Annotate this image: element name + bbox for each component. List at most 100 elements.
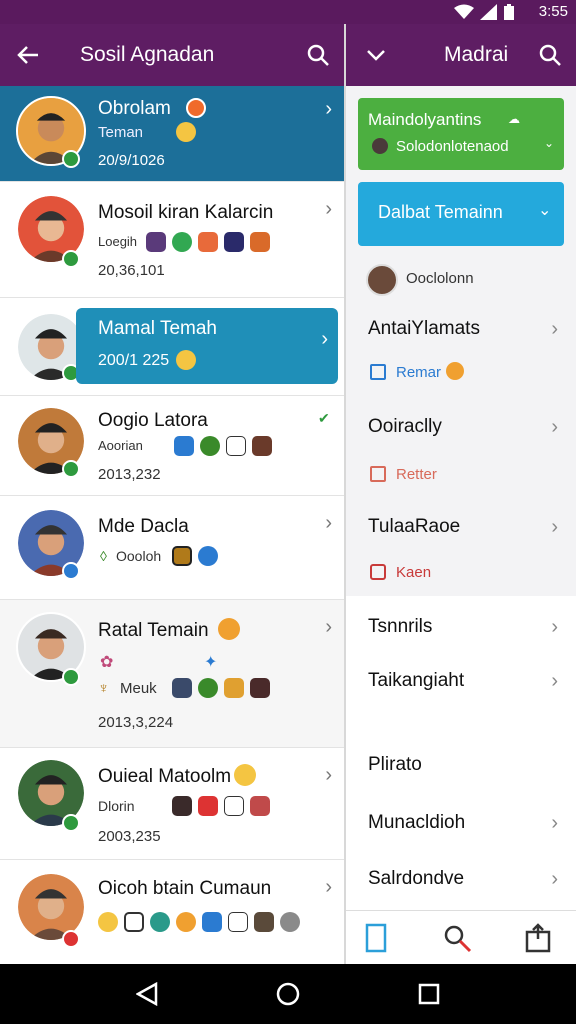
chevron-down-icon[interactable] — [362, 41, 390, 69]
contact-list[interactable]: Obrolam Teman 20/9/1026 › Mosoil kiran K… — [0, 86, 344, 964]
menu-item-label[interactable]: TulaaRaoe — [368, 516, 460, 538]
emoji-icon — [218, 618, 240, 640]
share-icon[interactable] — [524, 923, 552, 953]
contact-row[interactable]: Oicoh btain Cumaun › — [0, 860, 344, 964]
menu-item-label[interactable]: Munacldioh — [368, 812, 465, 834]
green-card-title: Maindolyantins — [368, 110, 482, 129]
contact-row[interactable]: Oogio Latora ✔ Aoorian 2013,232 — [0, 396, 344, 496]
calendar-icon[interactable] — [202, 912, 222, 932]
home-icon[interactable] — [276, 982, 300, 1006]
contact-number: 20,36,101 — [98, 262, 165, 279]
profile-name: Ooclolonn — [406, 270, 474, 287]
bag-icon — [370, 466, 386, 482]
chevron-right-icon[interactable]: › — [551, 868, 558, 891]
chevron-right-icon[interactable]: › — [325, 98, 332, 121]
menu-item-sub: Kaen — [396, 564, 432, 581]
emoji-icon — [176, 122, 196, 142]
search-people-icon[interactable] — [442, 923, 474, 955]
contact-sub: Oooloh — [116, 548, 162, 564]
contact-row[interactable]: Ratal Temain ✿ ✦ ♆ Meuk 2013,3,224 › — [0, 600, 344, 748]
contact-name: Oicoh btain Cumaun — [98, 878, 272, 899]
contact-name: Oogio Latora — [98, 410, 208, 431]
emoji-icon — [252, 436, 272, 456]
sparkle-icon: ✦ — [204, 654, 218, 671]
green-card[interactable]: Maindolyantins ☁ Solodonlotenaod ⌄ — [358, 98, 564, 170]
signal-icon — [480, 4, 497, 20]
chevron-right-icon[interactable]: › — [321, 328, 328, 351]
emoji-icon — [198, 232, 218, 252]
emoji-icon — [250, 796, 270, 816]
emoji-icon — [176, 912, 196, 932]
profile-icon[interactable] — [280, 912, 300, 932]
avatar — [372, 138, 388, 154]
check-icon: ✔ — [318, 410, 330, 426]
chevron-right-icon[interactable]: › — [325, 616, 332, 639]
menu-item-label[interactable]: Salrdondve — [368, 868, 464, 890]
chevron-right-icon[interactable]: › — [325, 198, 332, 221]
contact-name: Mosoil kiran Kalarcin — [98, 202, 274, 223]
emoji-icon — [224, 232, 244, 252]
emoji-icon — [228, 912, 248, 932]
right-app-title: Madrai — [444, 43, 509, 66]
chevron-right-icon[interactable]: › — [325, 512, 332, 535]
search-icon[interactable] — [536, 41, 564, 69]
emoji-icon — [172, 796, 192, 816]
contact-row[interactable]: Ouieal Matoolm Dlorin 2003,235 › — [0, 748, 344, 860]
chevron-right-icon[interactable]: › — [551, 670, 558, 693]
contact-row[interactable]: Mosoil kiran Kalarcin Loegih 20,36,101 › — [0, 182, 344, 298]
chevron-right-icon[interactable]: › — [325, 876, 332, 899]
emoji-icon — [186, 98, 206, 118]
emoji-icon — [198, 678, 218, 698]
contact-number: 2003,235 — [98, 828, 161, 845]
verified-badge-icon — [62, 250, 80, 268]
emoji-row — [172, 796, 276, 816]
contact-sub: Loegih — [98, 234, 138, 249]
back-icon[interactable] — [136, 982, 158, 1006]
screen: 3:55 Sosil Agnadan Madrai Obrolam Teman … — [0, 0, 576, 1024]
chevron-down-icon[interactable]: ⌄ — [544, 136, 554, 150]
emoji-icon — [198, 546, 218, 566]
menu-item-label[interactable]: AntaiYlamats — [368, 318, 480, 340]
status-time: 3:55 — [538, 3, 568, 20]
contact-name: Ratal Temain — [98, 620, 209, 641]
chevron-right-icon[interactable]: › — [551, 812, 558, 835]
document-icon[interactable] — [364, 923, 388, 953]
search-icon[interactable] — [304, 41, 332, 69]
chevron-right-icon[interactable]: › — [551, 318, 558, 341]
flower-icon: ✿ — [100, 654, 114, 671]
emoji-icon — [250, 678, 270, 698]
inbox-icon — [370, 364, 386, 380]
menu-item-label[interactable]: Taikangiaht — [368, 670, 464, 692]
emoji-icon — [250, 232, 270, 252]
menu-item-label[interactable]: Ooiraclly — [368, 416, 442, 438]
green-card-sub: Solodonlotenaod — [396, 138, 509, 155]
contact-number: 200/1 225 — [98, 352, 170, 369]
chevron-right-icon[interactable]: › — [325, 764, 332, 787]
contact-name: Mamal Temah — [98, 318, 217, 339]
calendar-icon[interactable] — [124, 912, 144, 932]
recents-icon[interactable] — [418, 983, 440, 1005]
emoji-row — [172, 678, 276, 698]
chevron-right-icon[interactable]: › — [551, 616, 558, 639]
emoji-icon — [234, 764, 256, 786]
chevron-right-icon[interactable]: › — [551, 416, 558, 439]
contact-row[interactable]: Mamal Temah 200/1 225 › — [0, 298, 344, 396]
contact-row[interactable]: Obrolam Teman 20/9/1026 › — [0, 86, 344, 182]
emoji-icon — [200, 436, 220, 456]
left-app-title: Sosil Agnadan — [80, 43, 215, 66]
blue-card[interactable]: Dalbat Temainn ⌄ — [358, 182, 564, 246]
bottom-action-row — [98, 912, 306, 932]
avatar — [366, 264, 398, 296]
menu-item-label[interactable]: Tsnnrils — [368, 616, 432, 638]
verified-badge-icon — [62, 562, 80, 580]
emoji-icon — [172, 232, 192, 252]
menu-item-label[interactable]: Plirato — [368, 754, 422, 776]
contact-row[interactable]: Mde Dacla ◊ Oooloh › — [0, 496, 344, 600]
chevron-down-icon[interactable]: ⌄ — [538, 200, 551, 220]
back-arrow-icon[interactable] — [14, 41, 42, 69]
emoji-icon — [174, 436, 194, 456]
verified-badge-icon — [62, 814, 80, 832]
chevron-right-icon[interactable]: › — [551, 516, 558, 539]
system-nav-bar — [0, 964, 576, 1024]
location-icon: ◊ — [100, 548, 107, 564]
